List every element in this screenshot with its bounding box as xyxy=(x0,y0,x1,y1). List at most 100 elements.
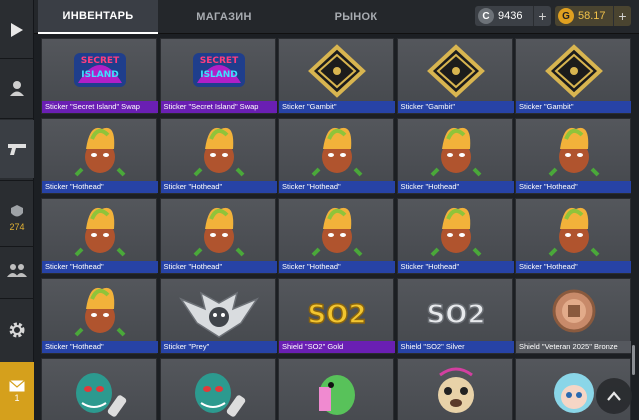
friends-button[interactable] xyxy=(0,250,34,290)
tab-inventory[interactable]: ИНВЕНТАРЬ xyxy=(38,0,158,34)
inventory-grid: SECRET ISLAND Sticker "Secret Island" Swap… xyxy=(41,38,631,420)
gold-value: 58.17 xyxy=(578,10,606,22)
monster-icon xyxy=(42,359,158,420)
profile-button[interactable] xyxy=(0,66,34,110)
rank-button[interactable]: 274 xyxy=(0,196,34,240)
add-silver-button[interactable]: + xyxy=(533,6,551,26)
silver-balance: C 9436 + xyxy=(475,6,551,26)
inventory-item[interactable]: Sticker "Hothead" xyxy=(396,198,514,274)
item-caption: Sticker "Hothead" xyxy=(516,181,631,193)
item-caption: Sticker "Prey" xyxy=(160,341,277,353)
gambit-icon xyxy=(516,39,631,103)
mail-count: 1 xyxy=(14,392,20,403)
inventory-item[interactable] xyxy=(159,358,276,420)
hothead-icon xyxy=(398,119,514,183)
inventory-item[interactable]: Sticker "Hothead" xyxy=(41,118,158,194)
inventory-item[interactable]: Sticker "Gambit" xyxy=(278,38,395,114)
item-caption: Sticker "Gambit" xyxy=(516,101,631,113)
inventory-item[interactable] xyxy=(278,358,394,420)
inventory-item[interactable]: Sticker "Prey" xyxy=(159,278,277,354)
gold-coin-icon: G xyxy=(558,8,574,24)
friends-icon xyxy=(7,264,27,277)
svg-text:SECRET: SECRET xyxy=(199,56,238,66)
secret-island-icon: SECRET ISLAND xyxy=(161,39,277,103)
scroll-to-top-button[interactable] xyxy=(596,378,632,414)
tab-market[interactable]: РЫНОК xyxy=(296,0,416,34)
chevron-up-icon xyxy=(607,391,621,401)
item-caption: Shield "SO2" Silver xyxy=(397,341,514,353)
mail-icon xyxy=(9,379,25,391)
prey-icon xyxy=(161,279,277,343)
item-caption: Sticker "Hothead" xyxy=(42,261,158,273)
item-caption: Sticker "Hothead" xyxy=(279,181,395,193)
weapons-button[interactable] xyxy=(0,120,34,178)
play-button[interactable] xyxy=(0,8,34,52)
scrollbar[interactable] xyxy=(632,345,635,375)
item-caption: Sticker "Hothead" xyxy=(516,261,631,273)
silver-value: 9436 xyxy=(498,10,523,22)
inventory-item[interactable]: Sticker "Gambit" xyxy=(396,38,514,114)
left-sidebar: 274 1 xyxy=(0,0,34,420)
inventory-item[interactable]: SO2 Shield "SO2" Silver xyxy=(396,278,514,354)
top-bar: ИНВЕНТАРЬ МАГАЗИН РЫНОК C 9436 + G 58.17… xyxy=(34,0,639,34)
inventory-item[interactable]: Sticker "Hothead" xyxy=(278,198,395,274)
inventory-item[interactable]: Sticker "Hothead" xyxy=(396,118,514,194)
pug-icon xyxy=(398,359,514,420)
settings-button[interactable] xyxy=(0,308,34,352)
item-caption: Sticker "Gambit" xyxy=(397,101,514,113)
tab-shop[interactable]: МАГАЗИН xyxy=(164,0,284,34)
inventory-item[interactable]: Sticker "Hothead" xyxy=(41,198,158,274)
mail-button[interactable]: 1 xyxy=(0,362,34,420)
inventory-item[interactable]: Sticker "Hothead" xyxy=(41,278,158,354)
svg-text:SO2: SO2 xyxy=(308,300,367,330)
item-caption: Sticker "Hothead" xyxy=(160,181,277,193)
inventory-item[interactable]: SECRET ISLAND Sticker "Secret Island" Swap xyxy=(159,38,277,114)
item-caption: Sticker "Hothead" xyxy=(42,181,158,193)
gambit-icon xyxy=(398,39,514,103)
svg-text:ISLAND: ISLAND xyxy=(81,70,119,80)
item-caption: Sticker "Secret Island" Swap xyxy=(160,101,277,113)
hothead-icon xyxy=(42,119,158,183)
hothead-icon xyxy=(42,199,158,263)
secret-island-icon: SECRET ISLAND xyxy=(42,39,158,103)
hothead-icon xyxy=(398,199,514,263)
item-caption: Sticker "Hothead" xyxy=(42,341,158,353)
so2-gold-icon: SO2 xyxy=(279,279,395,343)
silver-coin-icon: C xyxy=(478,8,494,24)
svg-text:SECRET: SECRET xyxy=(81,56,120,66)
item-caption: Sticker "Gambit" xyxy=(279,101,395,113)
rank-count: 274 xyxy=(9,222,25,232)
svg-text:ISLAND: ISLAND xyxy=(200,70,238,80)
gambit-icon xyxy=(279,39,395,103)
rank-icon xyxy=(11,205,23,217)
item-caption: Shield "SO2" Gold xyxy=(279,341,395,353)
inventory-item[interactable]: SECRET ISLAND Sticker "Secret Island" Swap xyxy=(41,38,158,114)
inventory-item[interactable]: Sticker "Hothead" xyxy=(159,118,277,194)
item-caption: Sticker "Hothead" xyxy=(160,261,277,273)
play-icon xyxy=(11,23,23,37)
hothead-icon xyxy=(279,199,395,263)
item-caption: Sticker "Hothead" xyxy=(397,261,514,273)
inventory-item[interactable]: Sticker "Hothead" xyxy=(278,118,395,194)
item-caption: Shield "Veteran 2025" Bronze xyxy=(516,341,631,353)
inventory-item[interactable]: Sticker "Hothead" xyxy=(515,198,631,274)
inventory-item[interactable]: Sticker "Gambit" xyxy=(515,38,631,114)
inventory-item[interactable]: Sticker "Hothead" xyxy=(159,198,277,274)
item-caption: Sticker "Hothead" xyxy=(397,181,514,193)
hothead-icon xyxy=(279,119,395,183)
gear-icon xyxy=(9,322,25,338)
hothead-icon xyxy=(42,279,158,343)
hothead-icon xyxy=(516,199,631,263)
inventory-item[interactable]: Shield "Veteran 2025" Bronze xyxy=(515,278,631,354)
gold-balance: G 58.17 + xyxy=(555,6,631,26)
item-caption: Sticker "Secret Island" Swap xyxy=(42,101,158,113)
inventory-item[interactable]: Sticker "Hothead" xyxy=(515,118,631,194)
add-gold-button[interactable]: + xyxy=(613,6,631,26)
inventory-item[interactable] xyxy=(41,358,157,420)
veteran-icon xyxy=(516,279,631,343)
inventory-item[interactable] xyxy=(396,358,514,420)
inventory-item[interactable]: SO2 Shield "SO2" Gold xyxy=(278,278,395,354)
hothead-icon xyxy=(161,199,277,263)
hothead-icon xyxy=(516,119,631,183)
so2-silver-icon: SO2 xyxy=(398,279,514,343)
